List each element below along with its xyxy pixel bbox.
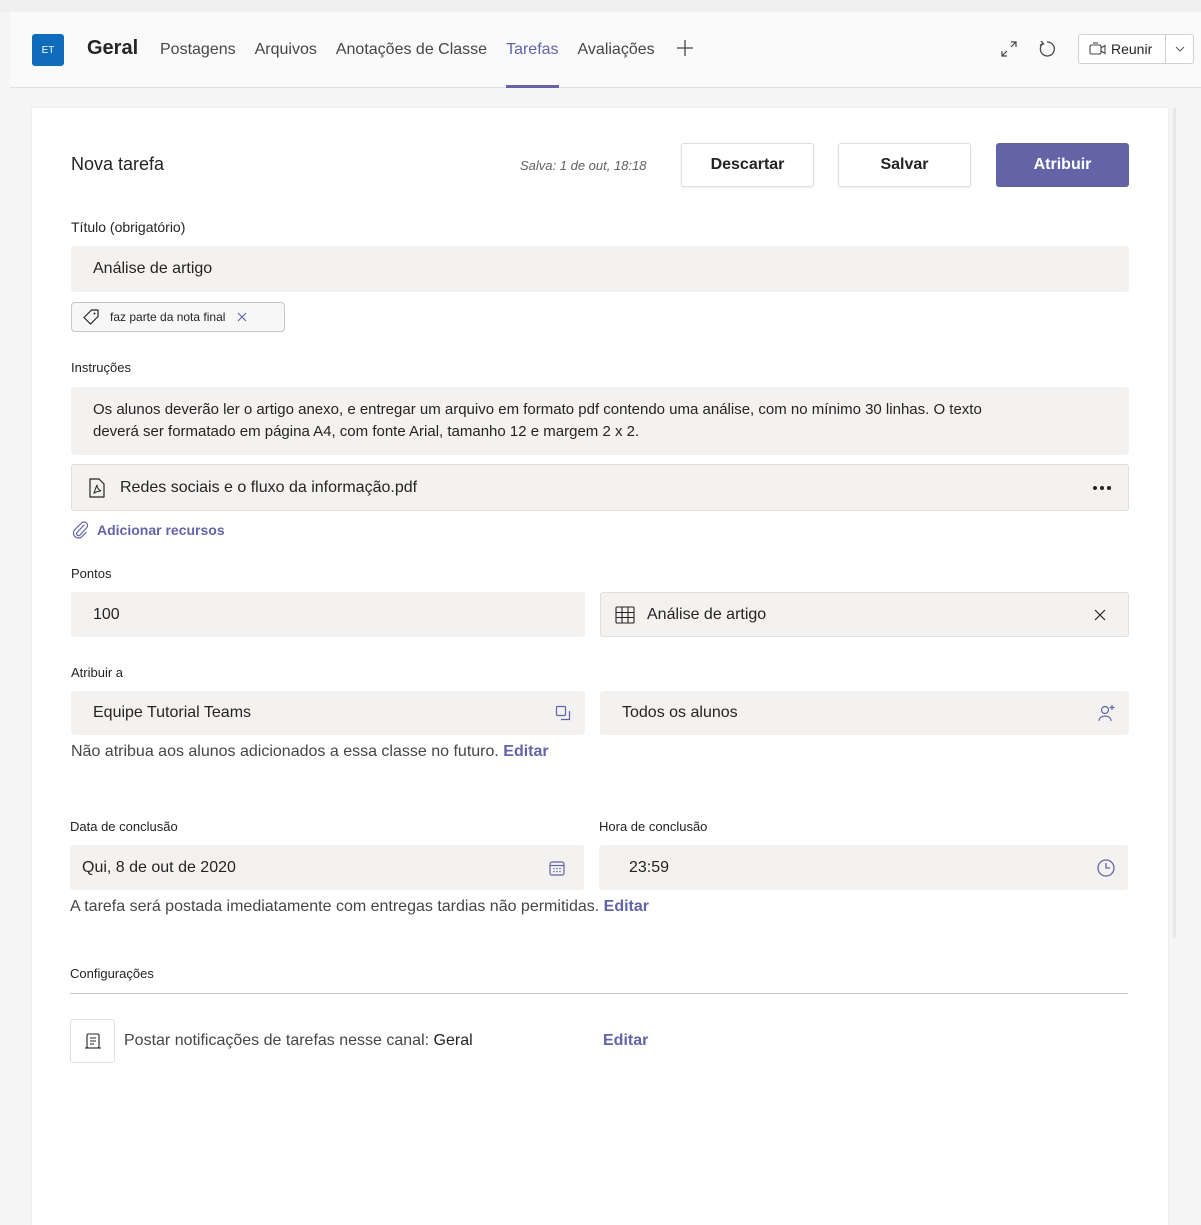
attachment-item[interactable]: Redes sociais e o fluxo da informação.pd… — [71, 464, 1129, 511]
attachment-name: Redes sociais e o fluxo da informação.pd… — [120, 478, 418, 496]
instructions-label: Instruções — [71, 360, 131, 375]
channel-tabs: Postagens Arquivos Anotações de Classe T… — [160, 12, 694, 88]
scrollbar-thumb[interactable] — [1173, 108, 1176, 938]
rubric-item[interactable]: Análise de artigo — [600, 592, 1129, 637]
calendar-icon — [549, 860, 565, 876]
channel-header: ET Geral Postagens Arquivos Anotações de… — [10, 12, 1201, 88]
due-date-input[interactable]: Qui, 8 de out de 2020 — [70, 845, 584, 890]
instructions-input[interactable]: Os alunos deverão ler o artigo anexo, e … — [71, 387, 1129, 455]
tag-label: faz parte da nota final — [110, 310, 226, 324]
close-icon[interactable] — [1094, 609, 1106, 621]
title-input[interactable]: Análise de artigo — [71, 246, 1129, 292]
tab-postagens[interactable]: Postagens — [160, 12, 236, 88]
post-schedule-note: A tarefa será postada imediatamente com … — [70, 898, 649, 916]
paperclip-icon — [72, 521, 89, 539]
instructions-line-2: deverá ser formatado em página A4, com f… — [93, 423, 640, 440]
saved-status: Salva: 1 de out, 18:18 — [520, 158, 647, 173]
meet-label: Reunir — [1111, 41, 1153, 57]
notify-text: Postar notificações de tarefas nesse can… — [124, 1032, 430, 1049]
left-gutter — [0, 88, 10, 1225]
meet-dropdown[interactable] — [1166, 35, 1193, 63]
due-time-value: 23:59 — [629, 858, 670, 876]
rubric-name: Análise de artigo — [647, 605, 767, 623]
tab-avaliacoes[interactable]: Avaliações — [578, 12, 655, 88]
due-date-label: Data de conclusão — [70, 819, 178, 834]
assign-button[interactable]: Atribuir — [996, 143, 1129, 187]
tab-arquivos[interactable]: Arquivos — [255, 12, 317, 88]
notify-edit-link[interactable]: Editar — [603, 1032, 648, 1050]
expand-icon[interactable] — [998, 38, 1020, 60]
class-select[interactable]: Equipe Tutorial Teams — [71, 691, 585, 735]
channel-title: Geral — [87, 37, 139, 59]
scrollbar-track[interactable] — [1172, 108, 1201, 1225]
discard-button[interactable]: Descartar — [681, 143, 814, 187]
rubric-grid-icon — [615, 605, 635, 624]
close-icon[interactable] — [237, 312, 247, 322]
add-resources-label: Adicionar recursos — [97, 522, 225, 538]
tag-icon — [83, 309, 99, 325]
notify-channel: Geral — [433, 1032, 473, 1049]
due-time-label: Hora de conclusão — [599, 819, 708, 834]
points-input[interactable]: 100 — [71, 592, 585, 637]
assignment-editor: Nova tarefa Salva: 1 de out, 18:18 Desca… — [32, 108, 1168, 1225]
add-student-icon — [1098, 705, 1115, 722]
future-students-note: Não atribua aos alunos adicionados a ess… — [71, 743, 549, 761]
title-value: Análise de artigo — [93, 260, 213, 277]
points-label: Pontos — [71, 566, 112, 581]
add-resources-link[interactable]: Adicionar recursos — [71, 520, 225, 540]
assign-to-label: Atribuir a — [71, 665, 124, 680]
tag-chip[interactable]: faz parte da nota final — [71, 302, 285, 332]
tab-tarefas[interactable]: Tarefas — [506, 12, 560, 88]
clock-icon — [1097, 858, 1115, 877]
meet-button[interactable]: Reunir — [1078, 34, 1194, 64]
future-edit-link[interactable]: Editar — [503, 743, 548, 760]
post-edit-link[interactable]: Editar — [604, 898, 649, 915]
teams-select-icon — [555, 705, 571, 721]
post-note-text: A tarefa será postada imediatamente com … — [70, 898, 600, 915]
chevron-down-icon — [1175, 46, 1184, 52]
save-button[interactable]: Salvar — [838, 143, 971, 187]
notify-setting-text: Postar notificações de tarefas nesse can… — [124, 1032, 473, 1050]
instructions-line-1: Os alunos deverão ler o artigo anexo, e … — [93, 401, 982, 418]
add-tab-icon[interactable] — [676, 36, 694, 64]
tab-anotacoes-de-classe[interactable]: Anotações de Classe — [336, 12, 487, 88]
due-time-input[interactable]: 23:59 — [599, 845, 1128, 890]
page-title: Nova tarefa — [71, 154, 165, 174]
meet-now-button[interactable]: Reunir — [1079, 35, 1165, 63]
students-value: Todos os alunos — [622, 704, 738, 721]
channel-notify-icon — [70, 1019, 115, 1063]
settings-label: Configurações — [70, 966, 154, 981]
settings-divider — [70, 993, 1128, 994]
video-icon — [1089, 42, 1106, 55]
class-value: Equipe Tutorial Teams — [93, 704, 252, 721]
points-value: 100 — [93, 605, 120, 623]
due-date-value: Qui, 8 de out de 2020 — [82, 858, 236, 876]
window-top-strip — [0, 0, 1201, 12]
more-icon[interactable] — [1092, 485, 1112, 491]
refresh-icon[interactable] — [1036, 38, 1058, 60]
future-note-text: Não atribua aos alunos adicionados a ess… — [71, 743, 499, 760]
title-label: Título (obrigatório) — [71, 219, 186, 235]
students-select[interactable]: Todos os alunos — [600, 691, 1129, 735]
team-avatar[interactable]: ET — [32, 34, 64, 66]
pdf-file-icon — [89, 477, 105, 498]
